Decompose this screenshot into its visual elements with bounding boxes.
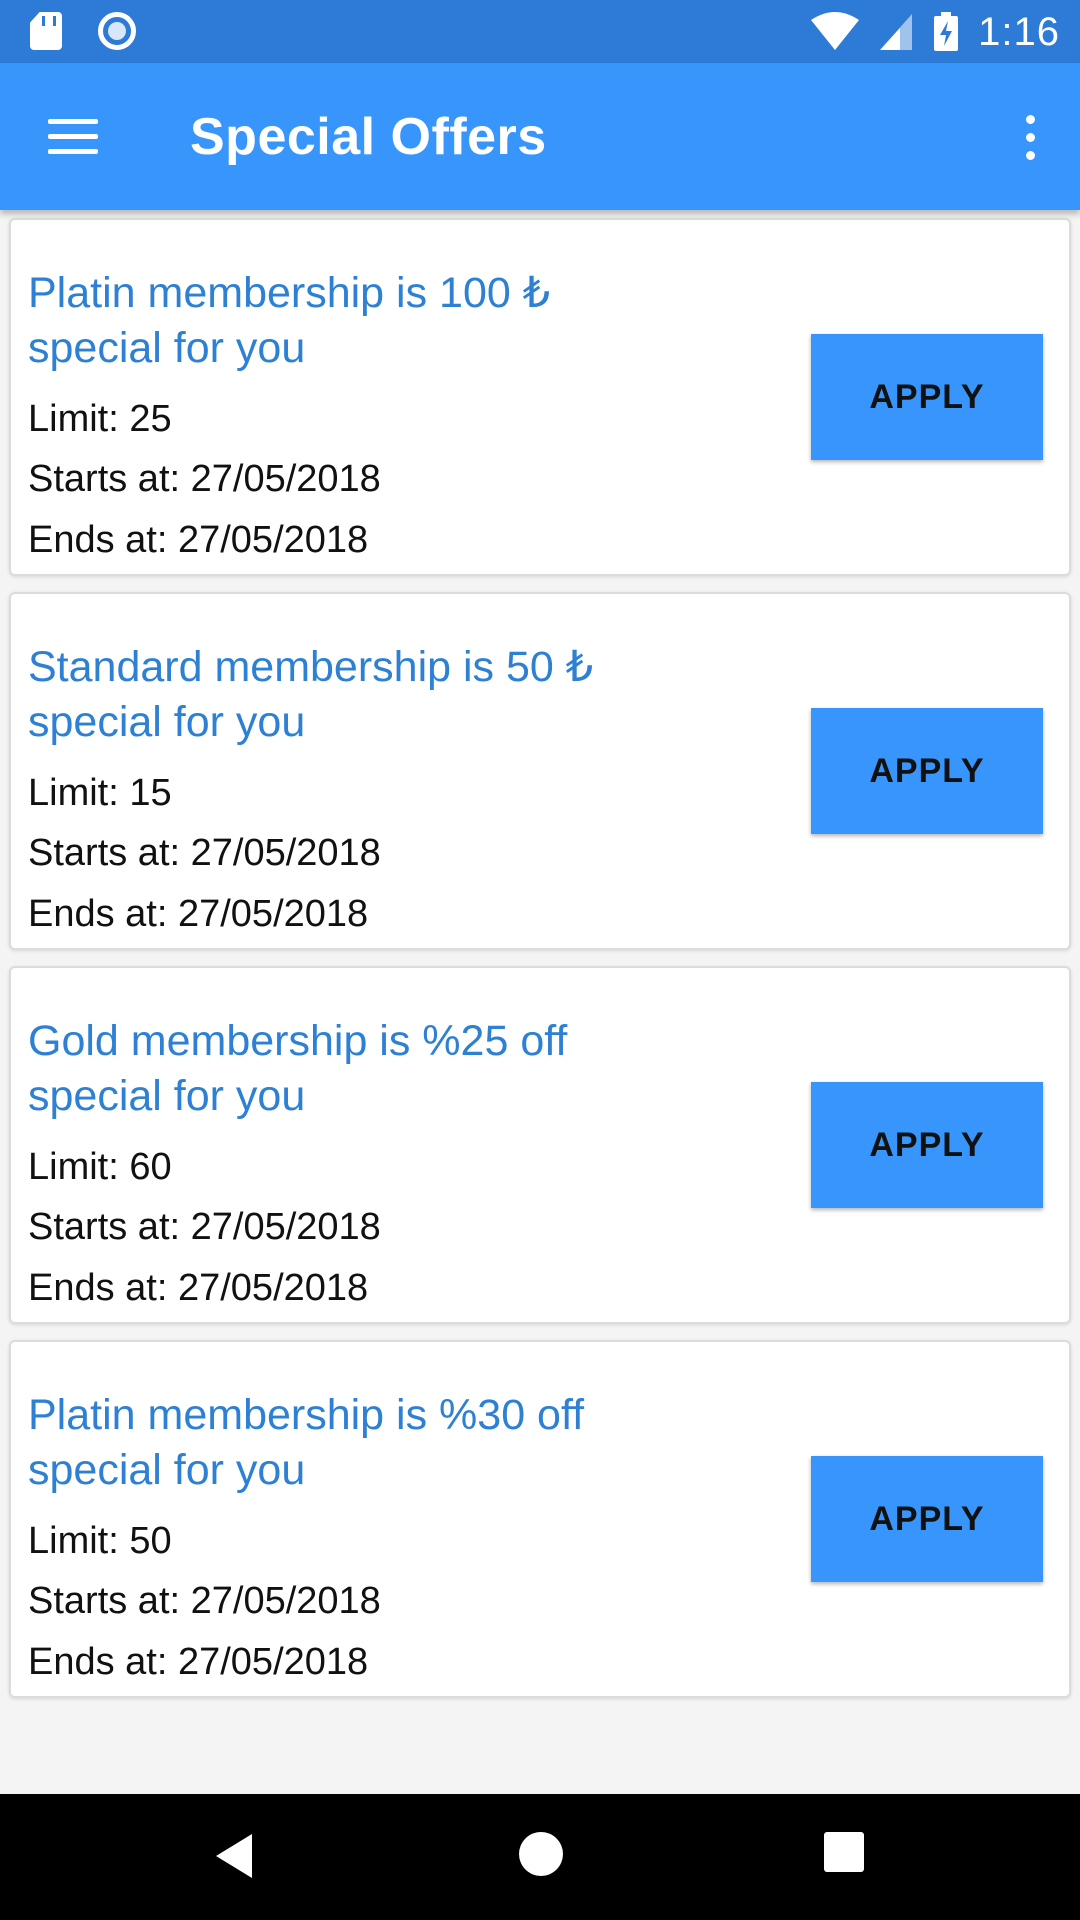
back-icon[interactable] <box>214 1832 254 1880</box>
status-left-icons <box>30 12 136 50</box>
offer-end-date: Ends at: 27/05/2018 <box>28 893 369 935</box>
apply-button[interactable]: APPLY <box>811 1082 1043 1208</box>
status-time: 1:16 <box>978 9 1060 54</box>
offer-end-date: Ends at: 27/05/2018 <box>28 519 369 561</box>
record-icon <box>98 12 136 50</box>
offer-title: Gold membership is %25 off special for y… <box>28 1017 568 1120</box>
offer-limit: Limit: 60 <box>28 1146 172 1188</box>
offer-card: Platin membership is %30 off special for… <box>9 1340 1071 1698</box>
recents-icon[interactable] <box>824 1832 864 1872</box>
navigation-bar <box>0 1794 1080 1920</box>
offer-title: Platin membership is 100 ₺ special for y… <box>28 269 551 372</box>
signal-icon <box>880 14 913 50</box>
home-icon[interactable] <box>519 1832 563 1876</box>
hamburger-menu-icon[interactable] <box>36 103 110 169</box>
offer-start-date: Starts at: 27/05/2018 <box>28 1206 381 1248</box>
wifi-icon <box>811 12 860 50</box>
offer-limit: Limit: 25 <box>28 398 172 440</box>
sd-card-icon <box>30 12 62 50</box>
offer-card: Standard membership is 50 ₺ special for … <box>9 592 1071 950</box>
offer-limit: Limit: 15 <box>28 772 172 814</box>
apply-button[interactable]: APPLY <box>811 1456 1043 1582</box>
offer-title: Standard membership is 50 ₺ special for … <box>28 643 594 746</box>
offer-end-date: Ends at: 27/05/2018 <box>28 1267 369 1309</box>
status-right-icons: 1:16 <box>810 8 1060 56</box>
offer-start-date: Starts at: 27/05/2018 <box>28 832 381 874</box>
offer-title: Platin membership is %30 off special for… <box>28 1391 585 1494</box>
offer-start-date: Starts at: 27/05/2018 <box>28 458 381 500</box>
offer-end-date: Ends at: 27/05/2018 <box>28 1641 369 1683</box>
offer-limit: Limit: 50 <box>28 1520 172 1562</box>
page-title: Special Offers <box>190 108 547 166</box>
battery-charging-icon <box>934 12 959 51</box>
app-bar: Special Offers <box>0 63 1080 210</box>
apply-button[interactable]: APPLY <box>811 708 1043 834</box>
offer-card: Platin membership is 100 ₺ special for y… <box>9 218 1071 576</box>
apply-button[interactable]: APPLY <box>811 334 1043 460</box>
status-bar: 1:16 <box>0 0 1080 63</box>
more-vert-icon[interactable] <box>1010 105 1050 169</box>
offer-card: Gold membership is %25 off special for y… <box>9 966 1071 1324</box>
offer-start-date: Starts at: 27/05/2018 <box>28 1580 381 1622</box>
